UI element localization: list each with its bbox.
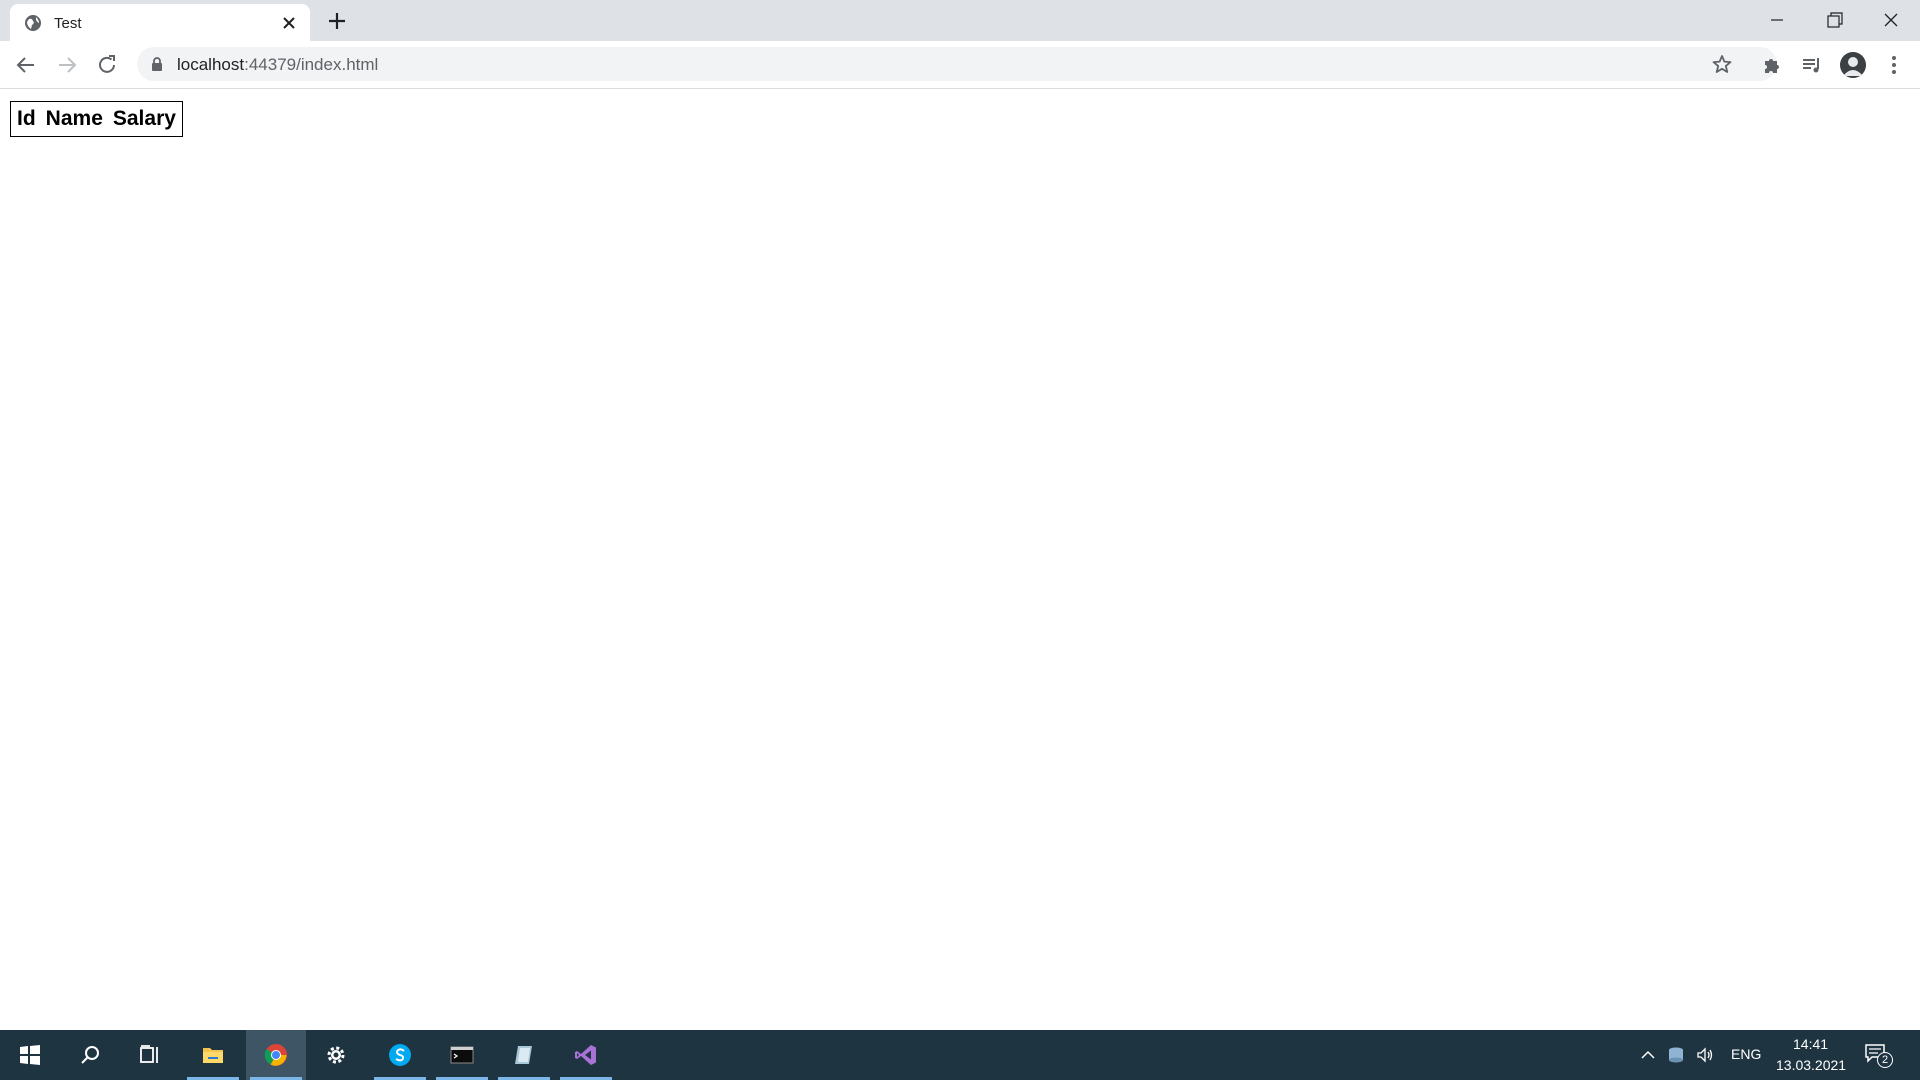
folder-icon [203,1048,223,1063]
url-path: :44379/index.html [244,55,379,74]
taskbar-app[interactable] [494,1030,554,1080]
task-view-button[interactable] [120,1030,180,1080]
browser-toolbar: localhost:44379/index.html [0,41,1920,89]
column-header-name: Name [45,107,103,130]
windows-logo-icon [20,1045,40,1065]
minimize-icon[interactable] [1757,6,1797,34]
visual-studio-icon [575,1045,596,1065]
clock-time[interactable]: 14:41 [1793,1036,1828,1052]
taskbar-settings[interactable] [306,1030,366,1080]
more-vert-icon[interactable] [1882,53,1906,77]
network-icon[interactable] [1666,1045,1686,1065]
bookmark-star-icon[interactable] [1711,53,1733,75]
chevron-up-icon[interactable] [1638,1045,1658,1065]
address-bar[interactable]: localhost:44379/index.html [137,47,1777,81]
url-text[interactable]: localhost:44379/index.html [177,55,378,75]
table-header-row: Id Name Salary [13,104,180,134]
search-button[interactable] [60,1030,120,1080]
page-content: Id Name Salary [0,89,1920,1030]
close-tab-icon[interactable] [280,14,298,32]
taskbar-terminal[interactable] [432,1030,492,1080]
start-button[interactable] [0,1030,60,1080]
tab-title: Test [54,15,82,32]
task-view-icon [140,1045,158,1063]
clock-date[interactable]: 13.03.2021 [1776,1057,1846,1073]
media-control-icon[interactable] [1800,53,1824,77]
tab-strip: Test [0,0,1920,41]
globe-icon [25,15,41,31]
restore-icon[interactable] [1814,6,1854,34]
language-indicator[interactable]: ENG [1731,1046,1761,1062]
forward-arrow-icon[interactable] [55,53,79,77]
close-window-icon[interactable] [1871,6,1911,34]
gear-icon [327,1046,345,1064]
terminal-icon [450,1046,474,1064]
taskbar-skype[interactable] [370,1030,430,1080]
action-center-button[interactable]: 2 [1864,1043,1893,1068]
search-icon [81,1046,99,1064]
browser-tab[interactable]: Test [10,4,310,41]
profile-avatar[interactable] [1840,52,1866,78]
skype-icon [389,1044,411,1066]
back-arrow-icon[interactable] [14,53,38,77]
app-icon [515,1046,532,1064]
employee-table: Id Name Salary [10,101,183,137]
new-tab-icon[interactable] [326,10,348,32]
url-host: localhost [177,55,245,74]
notification-count: 2 [1877,1052,1893,1068]
windows-taskbar: ENG 14:41 13.03.2021 2 [0,1030,1920,1080]
column-header-salary: Salary [112,107,176,130]
reload-icon[interactable] [95,53,119,77]
taskbar-visual-studio[interactable] [556,1030,616,1080]
volume-icon[interactable] [1695,1045,1715,1065]
column-header-id: Id [17,107,36,130]
person-icon [1840,52,1866,78]
taskbar-file-explorer[interactable] [183,1030,243,1080]
chrome-icon [264,1044,287,1066]
taskbar-chrome[interactable] [246,1030,306,1080]
lock-icon[interactable] [149,56,165,72]
extensions-puzzle-icon[interactable] [1760,53,1784,77]
